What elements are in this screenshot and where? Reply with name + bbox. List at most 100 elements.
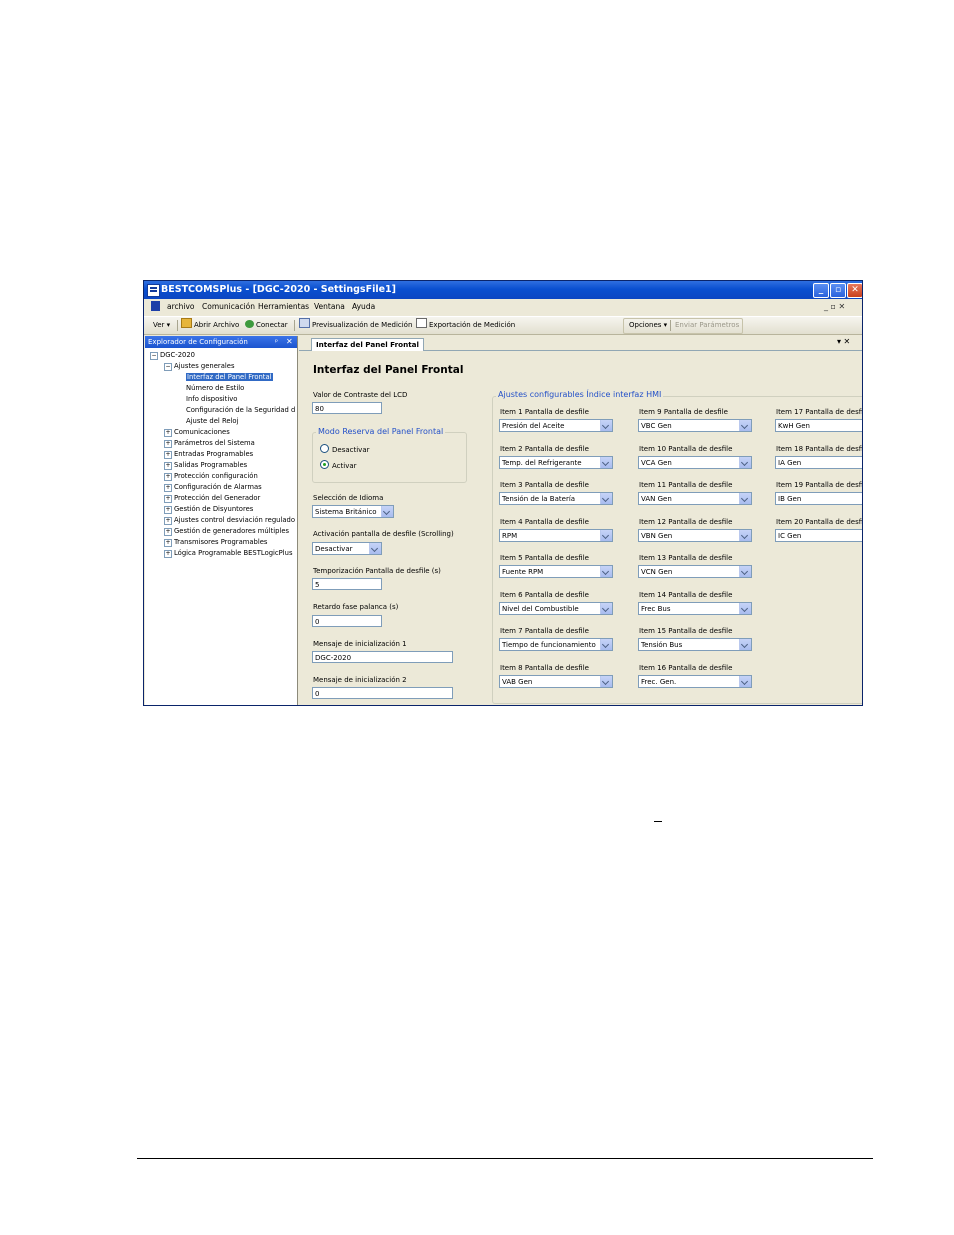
tree-node-communications[interactable]: + Comunicaciones bbox=[164, 427, 230, 438]
tree-node-breakers[interactable]: + Gestión de Disyuntores bbox=[164, 504, 253, 515]
tree-node-transmitters[interactable]: + Transmisores Programables bbox=[164, 537, 267, 548]
scroll-select[interactable]: Desactivar bbox=[312, 542, 382, 555]
hmi-item-select[interactable]: Temp. del Refrigerante bbox=[499, 455, 613, 469]
tab-controls[interactable]: ▾ ✕ bbox=[837, 337, 850, 346]
tree-node-clock[interactable]: Ajuste del Reloj bbox=[186, 416, 238, 427]
ver-dropdown[interactable]: Ver ▾ bbox=[153, 317, 170, 334]
language-select[interactable]: Sistema Británico bbox=[312, 505, 394, 518]
hmi-item-select[interactable]: Tiempo de funcionamiento bbox=[499, 638, 613, 651]
hmi-item-select[interactable]: IC Gen bbox=[775, 528, 862, 542]
hmi-item-select[interactable]: Frec Bus bbox=[638, 601, 752, 615]
expand-icon[interactable]: + bbox=[164, 528, 172, 536]
chevron-down-icon[interactable] bbox=[739, 493, 751, 504]
minimize-button[interactable]: _ bbox=[813, 283, 829, 298]
chevron-down-icon[interactable] bbox=[739, 602, 751, 614]
reserve-off-radio[interactable]: Desactivar bbox=[320, 444, 369, 454]
reserve-on-radio[interactable]: Activar bbox=[320, 460, 357, 470]
tree-node-bestlogic[interactable]: + Lógica Programable BESTLogicPlus bbox=[164, 548, 293, 559]
metering-export-button[interactable]: Exportación de Medición bbox=[416, 317, 515, 334]
chevron-down-icon[interactable] bbox=[600, 529, 612, 541]
expand-icon[interactable]: + bbox=[164, 495, 172, 503]
hmi-item-select[interactable]: VCN Gen bbox=[638, 565, 752, 578]
options-dropdown[interactable]: Opciones ▾ bbox=[629, 317, 667, 334]
chevron-down-icon[interactable] bbox=[600, 602, 612, 614]
tree-node-protection-config[interactable]: + Protección configuración bbox=[164, 471, 258, 482]
chevron-down-icon[interactable] bbox=[369, 543, 381, 554]
expand-icon[interactable]: + bbox=[164, 440, 172, 448]
restore-button[interactable]: ▫ bbox=[830, 283, 846, 298]
menu-ventana[interactable]: Ventana bbox=[314, 300, 345, 313]
hmi-item-select[interactable]: VBN Gen bbox=[638, 528, 752, 542]
msg2-input[interactable]: 0 bbox=[312, 687, 453, 699]
tree-node-style-number[interactable]: Número de Estilo bbox=[186, 383, 244, 394]
tree-node-security[interactable]: Configuración de la Seguridad d bbox=[186, 405, 295, 416]
collapse-icon[interactable]: − bbox=[164, 363, 172, 371]
tree-node-front-panel[interactable]: Interfaz del Panel Frontal bbox=[186, 372, 273, 383]
tree-node-generator-protection[interactable]: + Protección del Generador bbox=[164, 493, 260, 504]
tree-node-inputs[interactable]: + Entradas Programables bbox=[164, 449, 253, 460]
hmi-item-select[interactable]: VCA Gen bbox=[638, 455, 752, 469]
chevron-down-icon[interactable] bbox=[600, 639, 612, 650]
pin-icon[interactable]: ᵖ bbox=[275, 336, 278, 348]
tree-node-device-info[interactable]: Info dispositivo bbox=[186, 394, 237, 405]
hmi-item-select[interactable]: VAN Gen bbox=[638, 492, 752, 505]
close-button[interactable]: ✕ bbox=[847, 283, 862, 298]
open-file-button[interactable]: Abrir Archivo bbox=[181, 317, 239, 334]
menu-herramientas[interactable]: Herramientas bbox=[258, 300, 309, 313]
tree-node-root[interactable]: − DGC-2020 bbox=[150, 350, 195, 361]
collapse-icon[interactable]: − bbox=[150, 352, 158, 360]
hmi-item-select[interactable]: VBC Gen bbox=[638, 419, 752, 432]
connect-button[interactable]: Conectar bbox=[245, 317, 288, 334]
expand-icon[interactable]: + bbox=[164, 484, 172, 492]
hmi-item-select[interactable]: IA Gen bbox=[775, 455, 862, 469]
metering-preview-button[interactable]: Previsualización de Medición bbox=[299, 317, 412, 334]
expand-icon[interactable]: + bbox=[164, 506, 172, 514]
document-icon[interactable] bbox=[151, 301, 160, 311]
delay-input[interactable]: 0 bbox=[312, 615, 382, 627]
hmi-item-select[interactable]: Fuente RPM bbox=[499, 565, 613, 578]
chevron-down-icon[interactable] bbox=[600, 675, 612, 687]
chevron-down-icon[interactable] bbox=[600, 420, 612, 431]
hmi-item-select[interactable]: KwH Gen bbox=[775, 419, 862, 432]
expand-icon[interactable]: + bbox=[164, 462, 172, 470]
expand-icon[interactable]: + bbox=[164, 429, 172, 437]
mdi-controls[interactable]: _ ▫ ✕ bbox=[824, 300, 845, 313]
chevron-down-icon[interactable] bbox=[739, 529, 751, 541]
hmi-item-select[interactable]: Tensión Bus bbox=[638, 638, 752, 651]
tree-node-bias-control[interactable]: + Ajustes control desviación regulado bbox=[164, 515, 295, 526]
hmi-item-select[interactable]: VAB Gen bbox=[499, 674, 613, 688]
hmi-item-select[interactable]: Frec. Gen. bbox=[638, 674, 752, 688]
tree-node-system-params[interactable]: + Parámetros del Sistema bbox=[164, 438, 255, 449]
chevron-down-icon[interactable] bbox=[381, 506, 393, 517]
explorer-close-icon[interactable]: ✕ bbox=[286, 336, 293, 348]
chevron-down-icon[interactable] bbox=[739, 639, 751, 650]
hmi-item-select[interactable]: Tensión de la Batería bbox=[499, 492, 613, 505]
chevron-down-icon[interactable] bbox=[739, 420, 751, 431]
expand-icon[interactable]: + bbox=[164, 517, 172, 525]
chevron-down-icon[interactable] bbox=[600, 456, 612, 468]
chevron-down-icon[interactable] bbox=[600, 566, 612, 577]
send-settings-button[interactable]: Enviar Parámetros bbox=[675, 317, 739, 334]
tree-node-outputs[interactable]: + Salidas Programables bbox=[164, 460, 247, 471]
expand-icon[interactable]: + bbox=[164, 473, 172, 481]
tree-node-alarms[interactable]: + Configuración de Alarmas bbox=[164, 482, 262, 493]
scroll-time-input[interactable]: 5 bbox=[312, 578, 382, 590]
expand-icon[interactable]: + bbox=[164, 550, 172, 558]
chevron-down-icon[interactable] bbox=[739, 675, 751, 687]
chevron-down-icon[interactable] bbox=[739, 456, 751, 468]
menu-comunicacion[interactable]: Comunicación bbox=[202, 300, 255, 313]
tab-front-panel[interactable]: Interfaz del Panel Frontal bbox=[311, 338, 424, 351]
menu-ayuda[interactable]: Ayuda bbox=[352, 300, 375, 313]
expand-icon[interactable]: + bbox=[164, 539, 172, 547]
hmi-item-select[interactable]: Presión del Aceite bbox=[499, 419, 613, 432]
hmi-item-select[interactable]: RPM bbox=[499, 528, 613, 542]
menu-archivo[interactable]: archivo bbox=[167, 300, 195, 313]
msg1-input[interactable]: DGC-2020 bbox=[312, 651, 453, 663]
chevron-down-icon[interactable] bbox=[600, 493, 612, 504]
contrast-input[interactable]: 80 bbox=[312, 402, 382, 414]
hmi-item-select[interactable]: Nivel del Combustible bbox=[499, 601, 613, 615]
hmi-item-select[interactable]: IB Gen bbox=[775, 492, 862, 505]
tree-node-multigen[interactable]: + Gestión de generadores múltiples bbox=[164, 526, 289, 537]
tree-node-general[interactable]: − Ajustes generales bbox=[164, 361, 235, 372]
chevron-down-icon[interactable] bbox=[739, 566, 751, 577]
